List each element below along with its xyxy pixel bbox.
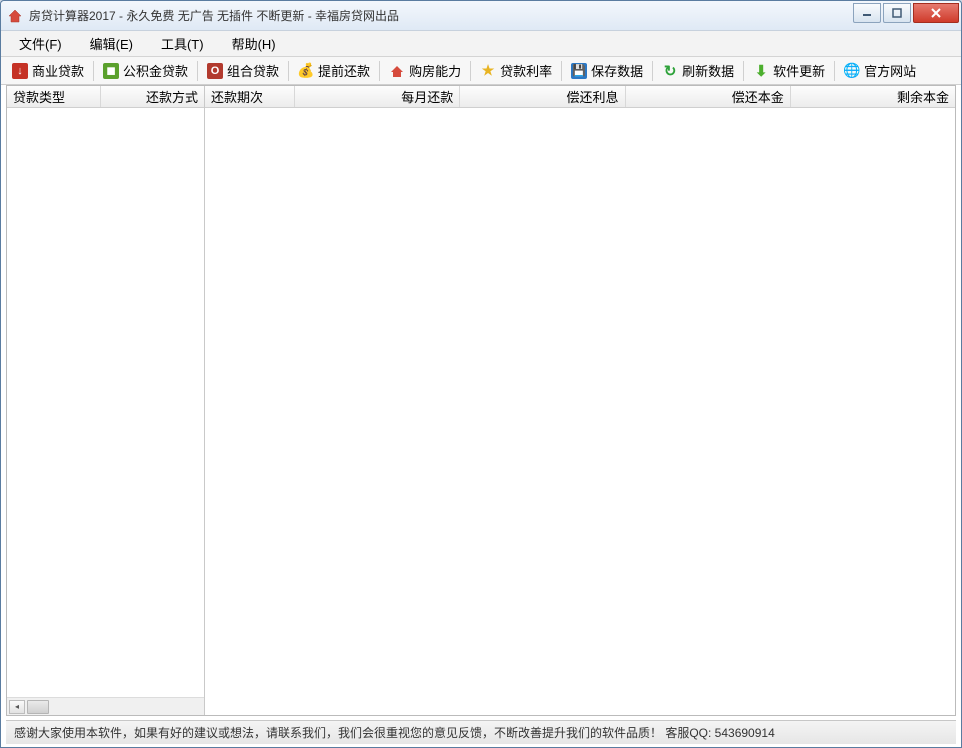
- left-panel: 贷款类型 还款方式 ◂: [7, 86, 205, 715]
- tool-label: 软件更新: [773, 61, 825, 80]
- tool-rate[interactable]: ★ 贷款利率: [473, 58, 559, 83]
- horizontal-scrollbar[interactable]: ◂: [7, 697, 204, 715]
- content-area: 贷款类型 还款方式 ◂ 还款期次 每月还款 偿还利息 偿还本金 剩余本金: [6, 85, 956, 716]
- tool-prepay[interactable]: 💰 提前还款: [291, 58, 377, 83]
- col-principal[interactable]: 偿还本金: [626, 86, 791, 107]
- tool-label: 官方网站: [864, 61, 916, 80]
- separator: [834, 61, 835, 81]
- tool-label: 公积金贷款: [123, 61, 188, 80]
- download-icon: ⬇: [753, 63, 769, 79]
- tool-update[interactable]: ⬇ 软件更新: [746, 58, 832, 83]
- scroll-left-arrow[interactable]: ◂: [9, 700, 25, 714]
- menubar: 文件(F) 编辑(E) 工具(T) 帮助(H): [1, 31, 961, 57]
- scroll-thumb[interactable]: [27, 700, 49, 714]
- close-button[interactable]: [913, 3, 959, 23]
- separator: [652, 61, 653, 81]
- left-column-header: 贷款类型 还款方式: [7, 86, 204, 108]
- left-grid-body[interactable]: [7, 108, 204, 697]
- toolbar: ↓ 商业贷款 ◼ 公积金贷款 O 组合贷款 💰 提前还款 购房能力 ★ 贷款利率: [1, 57, 961, 85]
- tool-label: 刷新数据: [682, 61, 734, 80]
- col-remain[interactable]: 剩余本金: [791, 86, 955, 107]
- right-grid-body[interactable]: [205, 108, 955, 715]
- tool-website[interactable]: 🌐 官方网站: [837, 58, 923, 83]
- minimize-button[interactable]: [853, 3, 881, 23]
- titlebar[interactable]: 房贷计算器2017 - 永久免费 无广告 无插件 不断更新 - 幸福房贷网出品: [1, 1, 961, 31]
- status-text: 感谢大家使用本软件，如果有好的建议或想法，请联系我们，我们会很重视您的意见反馈，…: [14, 724, 775, 741]
- separator: [93, 61, 94, 81]
- window-title: 房贷计算器2017 - 永久免费 无广告 无插件 不断更新 - 幸福房贷网出品: [29, 7, 851, 24]
- tool-label: 购房能力: [409, 61, 461, 80]
- star-icon: ★: [480, 63, 496, 79]
- tool-commercial-loan[interactable]: ↓ 商业贷款: [5, 58, 91, 83]
- right-panel: 还款期次 每月还款 偿还利息 偿还本金 剩余本金: [205, 86, 955, 715]
- tool-fund-loan[interactable]: ◼ 公积金贷款: [96, 58, 195, 83]
- right-column-header: 还款期次 每月还款 偿还利息 偿还本金 剩余本金: [205, 86, 955, 108]
- square-icon: ◼: [103, 63, 119, 79]
- menu-edit[interactable]: 编辑(E): [78, 31, 145, 56]
- col-period[interactable]: 还款期次: [205, 86, 295, 107]
- col-repay-method[interactable]: 还款方式: [101, 86, 204, 107]
- col-interest[interactable]: 偿还利息: [460, 86, 625, 107]
- floppy-icon: 💾: [571, 63, 587, 79]
- maximize-button[interactable]: [883, 3, 911, 23]
- coins-icon: 💰: [298, 63, 314, 79]
- separator: [197, 61, 198, 81]
- separator: [470, 61, 471, 81]
- refresh-icon: ↻: [662, 63, 678, 79]
- tool-save[interactable]: 💾 保存数据: [564, 58, 650, 83]
- col-monthly[interactable]: 每月还款: [295, 86, 460, 107]
- tool-combo-loan[interactable]: O 组合贷款: [200, 58, 286, 83]
- separator: [743, 61, 744, 81]
- separator: [561, 61, 562, 81]
- statusbar: 感谢大家使用本软件，如果有好的建议或想法，请联系我们，我们会很重视您的意见反馈，…: [6, 720, 956, 744]
- tool-label: 组合贷款: [227, 61, 279, 80]
- window-controls: [851, 3, 959, 23]
- down-arrow-icon: ↓: [12, 63, 28, 79]
- separator: [288, 61, 289, 81]
- tool-label: 贷款利率: [500, 61, 552, 80]
- tool-label: 提前还款: [318, 61, 370, 80]
- tool-refresh[interactable]: ↻ 刷新数据: [655, 58, 741, 83]
- tool-label: 保存数据: [591, 61, 643, 80]
- globe-icon: 🌐: [844, 63, 860, 79]
- tool-ability[interactable]: 购房能力: [382, 58, 468, 83]
- menu-help[interactable]: 帮助(H): [220, 31, 288, 56]
- app-icon: [7, 8, 23, 24]
- separator: [379, 61, 380, 81]
- col-loan-type[interactable]: 贷款类型: [7, 86, 101, 107]
- house-icon: [389, 63, 405, 79]
- menu-tool[interactable]: 工具(T): [149, 31, 216, 56]
- letter-o-icon: O: [207, 63, 223, 79]
- tool-label: 商业贷款: [32, 61, 84, 80]
- app-window: 房贷计算器2017 - 永久免费 无广告 无插件 不断更新 - 幸福房贷网出品 …: [0, 0, 962, 748]
- menu-file[interactable]: 文件(F): [7, 31, 74, 56]
